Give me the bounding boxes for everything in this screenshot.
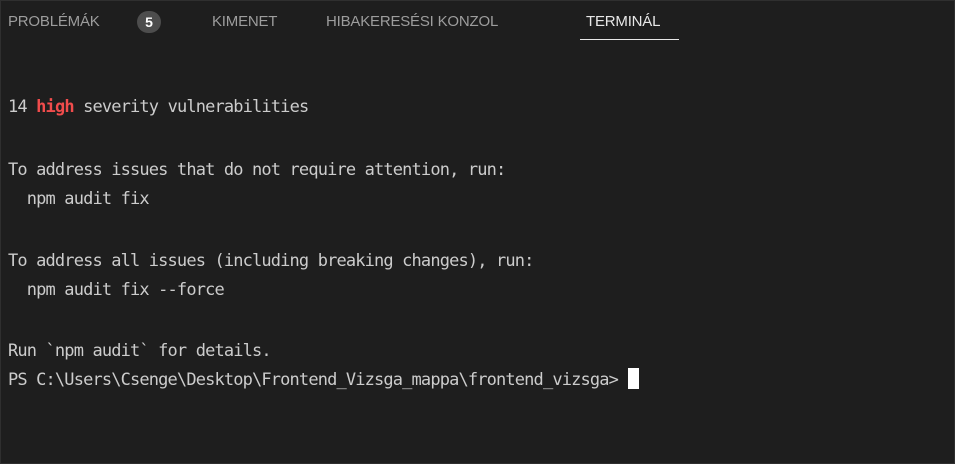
fix-command-line: npm audit fix [8,189,150,209]
force-command-line: npm audit fix --force [8,280,225,300]
terminal-output[interactable]: 14 high severity vulnerabilities To addr… [8,95,948,390]
severity-high-label: high [36,97,74,117]
tab-output[interactable]: KIMENET [212,11,277,33]
force-intro-line: To address all issues (including breakin… [8,251,534,271]
details-line: Run `npm audit` for details. [8,341,272,361]
problems-count-badge: 5 [137,11,161,33]
text-cursor [628,368,640,389]
vulnerability-summary-rest: severity vulnerabilities [73,97,309,117]
tab-debug-console[interactable]: HIBAKERESÉSI KONZOL [326,11,498,33]
panel-tab-bar: PROBLÉMÁK 5 KIMENET HIBAKERESÉSI KONZOL … [1,1,954,47]
prompt-line[interactable]: PS C:\Users\Csenge\Desktop\Frontend_Vizs… [8,368,640,392]
tab-problems[interactable]: PROBLÉMÁK [8,11,100,33]
tab-terminal[interactable]: TERMINÁL [586,11,660,33]
vulnerability-count: 14 [8,97,28,117]
vulnerability-summary-line: 14 high severity vulnerabilities [8,95,309,119]
active-tab-indicator [580,39,679,40]
shell-prompt: PS C:\Users\Csenge\Desktop\Frontend_Vizs… [8,370,619,390]
terminal-panel: PROBLÉMÁK 5 KIMENET HIBAKERESÉSI KONZOL … [0,0,955,464]
fix-intro-line: To address issues that do not require at… [8,160,506,180]
